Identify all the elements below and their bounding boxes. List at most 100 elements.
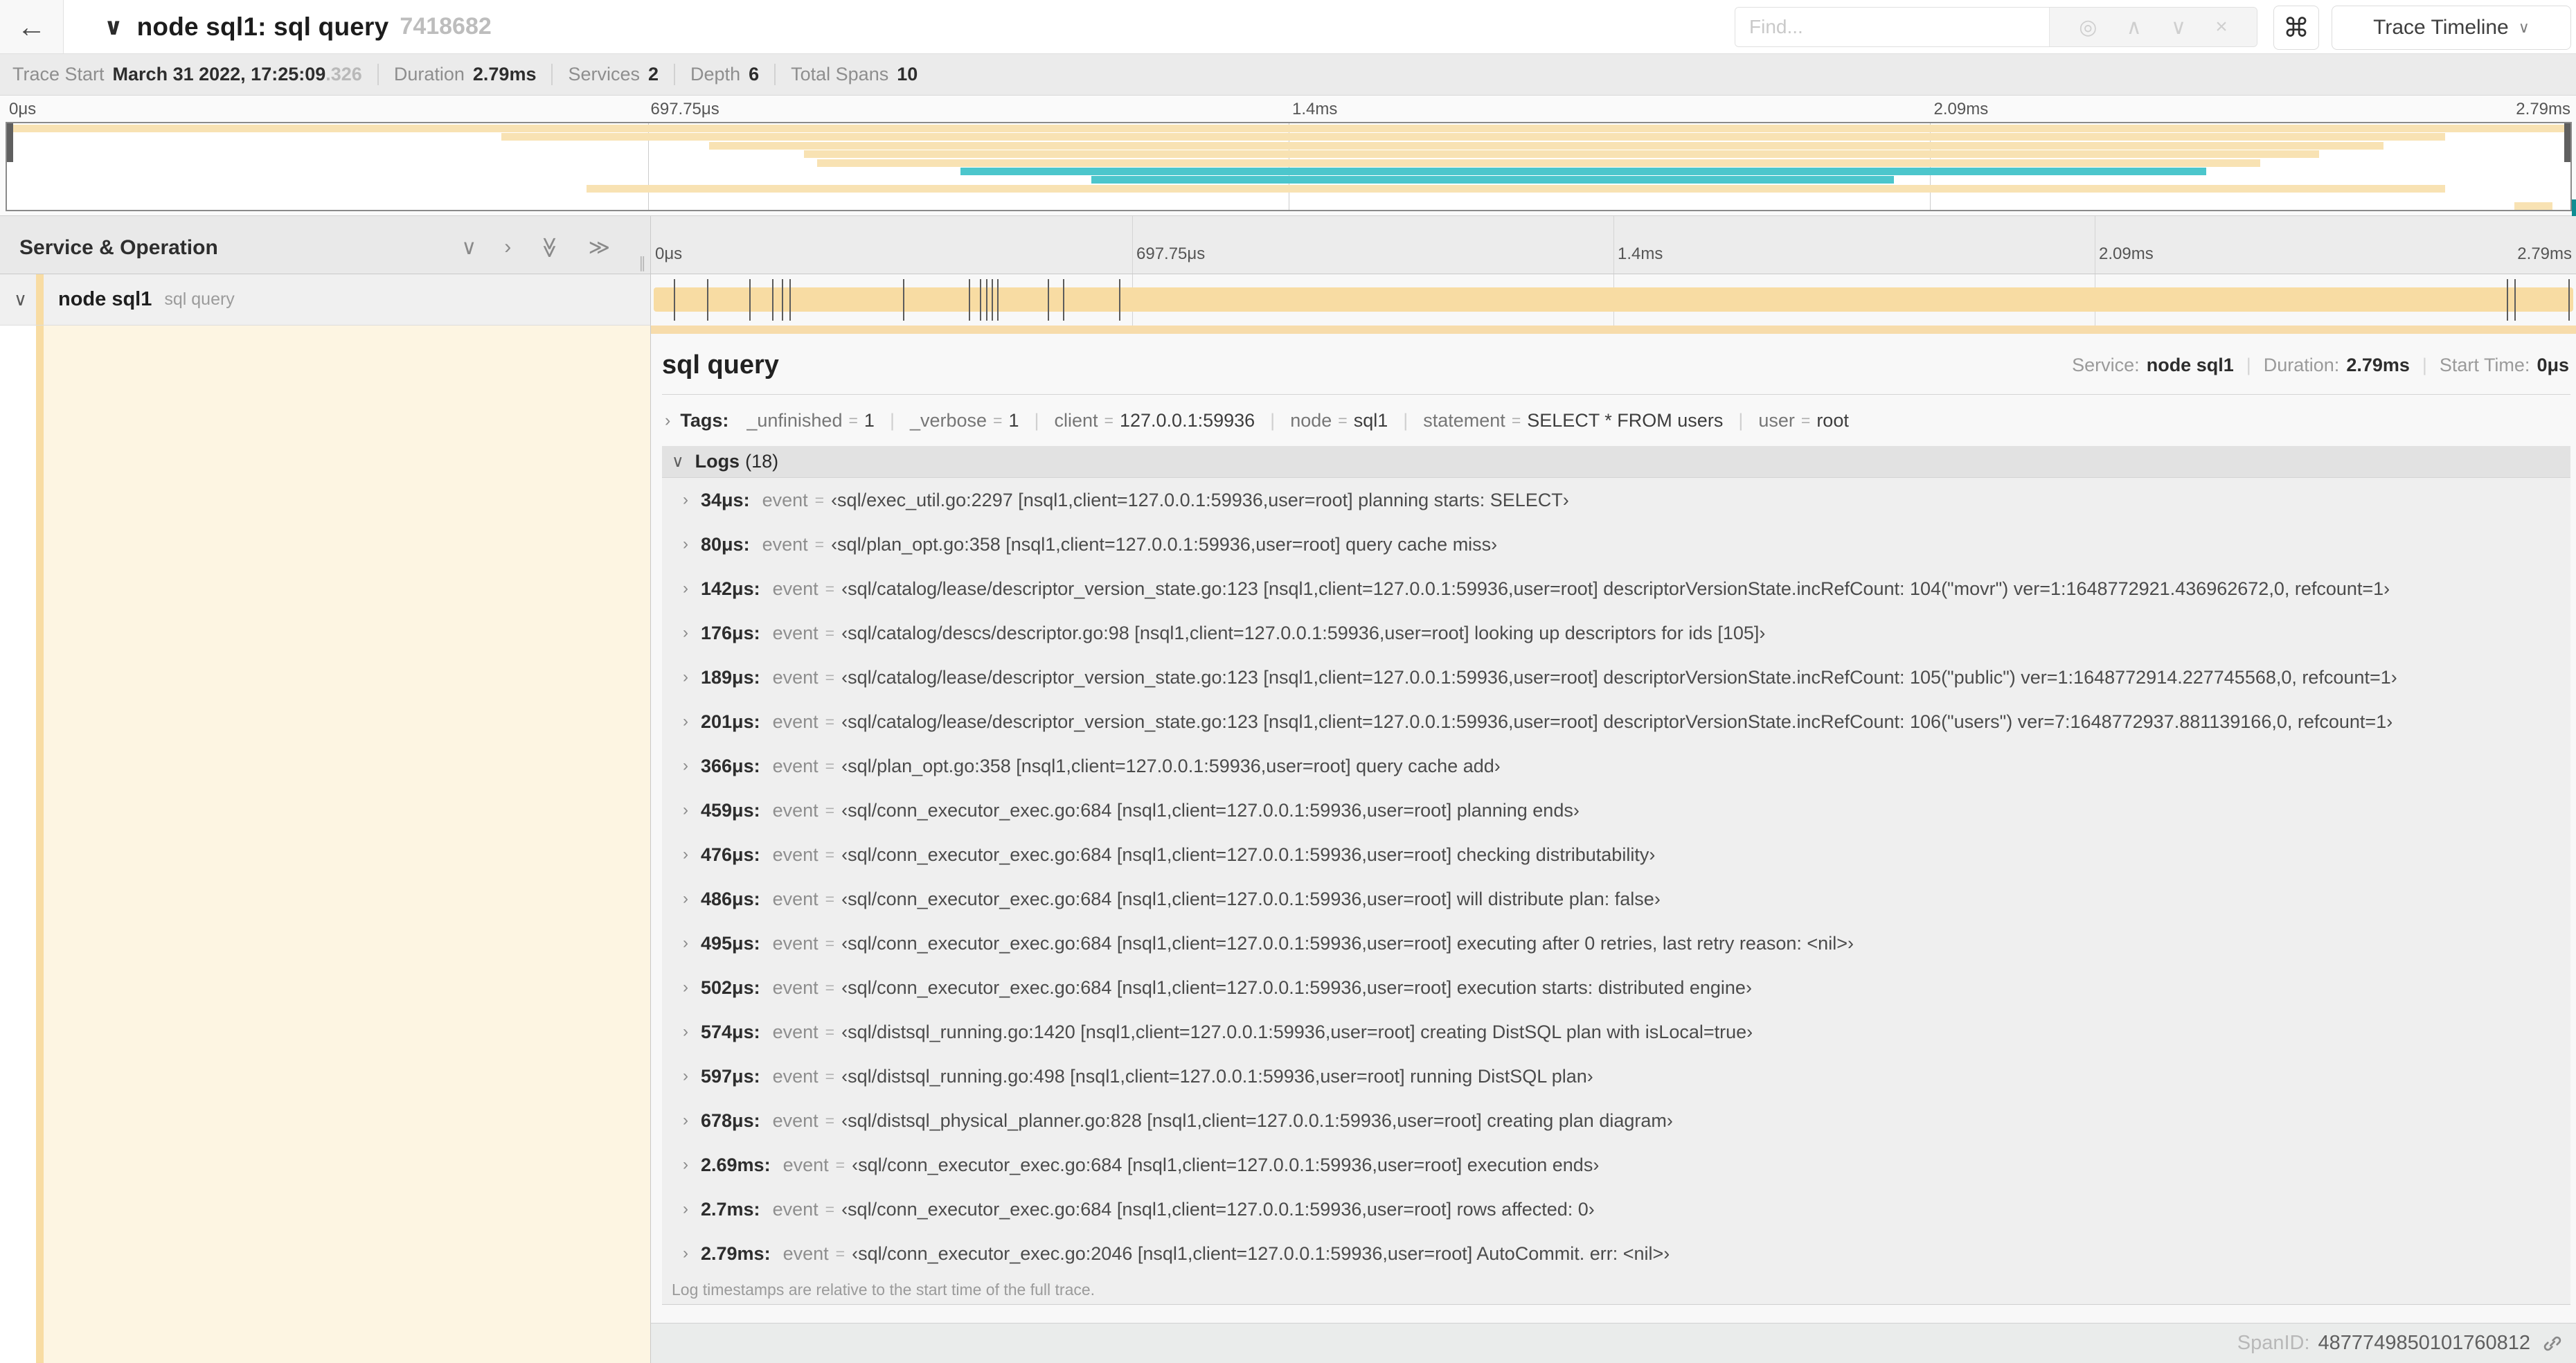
log-field-key: event bbox=[762, 533, 808, 555]
chevron-right-icon: › bbox=[665, 410, 671, 430]
log-marker-tick bbox=[706, 279, 708, 321]
find-controls: ◎ ∧ ∨ × bbox=[2049, 8, 2257, 46]
span-detail-section: sql query Service: node sql1 | Duration: 2.7… bbox=[0, 326, 2576, 1363]
tag-equals: = bbox=[1104, 411, 1113, 429]
log-marker-tick bbox=[772, 279, 774, 321]
link-icon[interactable] bbox=[2541, 1333, 2564, 1355]
chevron-right-icon: › bbox=[683, 756, 688, 775]
expand-all-icon[interactable]: ≫ bbox=[589, 235, 610, 260]
titlebar: ← ∨ node sql1: sql query 7418682 ◎ ∧ ∨ ×… bbox=[0, 0, 2576, 54]
log-equals: = bbox=[814, 535, 825, 553]
tags-row[interactable]: › Tags: _unfinished = 1 | _verbose = 1 | client =… bbox=[662, 400, 2570, 440]
detail-panel: sql query Service: node sql1 | Duration: 2.7… bbox=[651, 326, 2576, 1363]
log-field-key: event bbox=[772, 1021, 819, 1042]
summary-value-suffix: .326 bbox=[325, 64, 362, 84]
log-row[interactable]: › 574μs: event = ‹sql/distsql_running.go:142… bbox=[662, 1010, 2570, 1054]
log-field-value: ‹sql/exec_util.go:2297 [nsql1,client=127… bbox=[831, 489, 1569, 510]
log-row[interactable]: › 459μs: event = ‹sql/conn_executor_exec.go:… bbox=[662, 788, 2570, 832]
span-duration-bar[interactable] bbox=[654, 287, 2573, 312]
row-collapse-controls: ∨ › ≫ ≫ bbox=[461, 235, 610, 260]
log-row[interactable]: › 486μs: event = ‹sql/conn_executor_exec.go:… bbox=[662, 877, 2570, 921]
log-row[interactable]: › 176μs: event = ‹sql/catalog/descs/descript… bbox=[662, 611, 2570, 655]
log-timestamp: 2.69ms: bbox=[701, 1154, 771, 1175]
log-field-key: event bbox=[772, 578, 819, 599]
clear-search-icon[interactable]: × bbox=[2215, 15, 2228, 39]
tag-separator: | bbox=[1403, 409, 1408, 431]
log-row[interactable]: › 597μs: event = ‹sql/distsql_running.go:498… bbox=[662, 1054, 2570, 1098]
log-field-value: ‹sql/plan_opt.go:358 [nsql1,client=127.0… bbox=[831, 533, 1498, 555]
log-row[interactable]: › 142μs: event = ‹sql/catalog/lease/descript… bbox=[662, 567, 2570, 611]
overview-label: Start Time: bbox=[2439, 355, 2530, 375]
log-timestamp: 486μs: bbox=[701, 888, 760, 909]
timeline-gridline bbox=[1613, 216, 1614, 274]
log-field-value: ‹sql/conn_executor_exec.go:684 [nsql1,cl… bbox=[852, 1154, 1600, 1175]
log-row[interactable]: › 2.69ms: event = ‹sql/conn_executor_exec.go… bbox=[662, 1143, 2570, 1187]
log-field-value: ‹sql/distsql_running.go:1420 [nsql1,clie… bbox=[841, 1021, 1753, 1042]
collapse-trace-chevron-icon[interactable]: ∨ bbox=[104, 13, 123, 41]
minimap-axis-labels: 0μs 697.75μs 1.4ms 2.09ms 2.79ms bbox=[6, 98, 2572, 122]
locate-icon[interactable]: ◎ bbox=[2079, 15, 2097, 39]
log-row[interactable]: › 495μs: event = ‹sql/conn_executor_exec.go:… bbox=[662, 921, 2570, 965]
log-field-key: event bbox=[772, 977, 819, 998]
trace-view-selector[interactable]: Trace Timeline ∨ bbox=[2332, 6, 2571, 50]
span-name-cell[interactable]: ∨ node sql1 sql query bbox=[0, 274, 651, 326]
tag-separator: | bbox=[1738, 409, 1744, 431]
log-row[interactable]: › 80μs: event = ‹sql/plan_opt.go:358 [nsql1,… bbox=[662, 522, 2570, 567]
keyboard-shortcuts-button[interactable]: ⌘ bbox=[2273, 6, 2319, 50]
log-field-key: event bbox=[772, 666, 819, 688]
service-operation-title: Service & Operation bbox=[19, 236, 218, 259]
log-row[interactable]: › 2.79ms: event = ‹sql/conn_executor_exec.go… bbox=[662, 1231, 2570, 1276]
chevron-right-icon: › bbox=[683, 1067, 688, 1085]
prev-result-icon[interactable]: ∧ bbox=[2127, 15, 2142, 39]
minimap-right-drag-handle[interactable] bbox=[2564, 123, 2570, 162]
overview-value: node sql1 bbox=[2146, 355, 2234, 375]
span-bar-cell[interactable] bbox=[651, 274, 2576, 326]
minimap-span-bar bbox=[7, 125, 2570, 132]
log-field-key: event bbox=[772, 844, 819, 865]
overview-value: 0μs bbox=[2537, 355, 2569, 375]
tag-item: _unfinished = 1 bbox=[746, 410, 875, 431]
log-row[interactable]: › 502μs: event = ‹sql/conn_executor_exec.go:… bbox=[662, 965, 2570, 1010]
log-row[interactable]: › 189μs: event = ‹sql/catalog/lease/descript… bbox=[662, 655, 2570, 700]
column-resizer[interactable]: ∥ bbox=[638, 254, 646, 272]
minimap-canvas[interactable] bbox=[6, 122, 2572, 211]
log-equals: = bbox=[835, 1244, 846, 1263]
logs-section: ∨ Logs (18) › 34μs: event = ‹sql/exec_util.g… bbox=[662, 446, 2570, 1305]
find-input[interactable] bbox=[1735, 8, 2049, 46]
tag-separator: | bbox=[889, 409, 895, 431]
span-collapse-chevron-icon[interactable]: ∨ bbox=[14, 289, 27, 310]
log-field-value: ‹sql/catalog/descs/descriptor.go:98 [nsq… bbox=[841, 622, 1766, 643]
expand-one-icon[interactable]: › bbox=[504, 235, 511, 260]
minimap-span-bar bbox=[1091, 176, 1894, 184]
tag-item: node = sql1 bbox=[1290, 410, 1388, 431]
tag-equals: = bbox=[848, 411, 858, 429]
minimap-span-bar bbox=[2514, 202, 2553, 210]
log-row[interactable]: › 678μs: event = ‹sql/distsql_physical_plann… bbox=[662, 1098, 2570, 1143]
summary-item: Duration 2.79ms bbox=[377, 64, 536, 85]
minimap-left-drag-handle[interactable] bbox=[7, 123, 13, 162]
collapse-one-icon[interactable]: ∨ bbox=[461, 235, 476, 260]
log-field-key: event bbox=[772, 711, 819, 732]
log-row[interactable]: › 2.7ms: event = ‹sql/conn_executor_exec.go:… bbox=[662, 1187, 2570, 1231]
log-marker-tick bbox=[782, 279, 784, 321]
next-result-icon[interactable]: ∨ bbox=[2171, 15, 2186, 39]
log-equals: = bbox=[825, 845, 835, 864]
log-row[interactable]: › 476μs: event = ‹sql/conn_executor_exec.go:… bbox=[662, 832, 2570, 877]
log-marker-tick bbox=[674, 279, 676, 321]
log-row[interactable]: › 366μs: event = ‹sql/plan_opt.go:358 [nsql1… bbox=[662, 744, 2570, 788]
log-marker-tick bbox=[2506, 279, 2508, 321]
minimap-span-bar bbox=[804, 150, 2320, 158]
log-field-value: ‹sql/catalog/lease/descriptor_version_st… bbox=[841, 711, 2393, 732]
log-marker-tick bbox=[2514, 279, 2516, 321]
collapse-all-icon[interactable]: ≫ bbox=[537, 237, 562, 258]
log-row[interactable]: › 34μs: event = ‹sql/exec_util.go:2297 [nsql… bbox=[662, 478, 2570, 522]
chevron-down-icon: ∨ bbox=[672, 452, 684, 471]
tag-separator: | bbox=[1270, 409, 1276, 431]
logs-header[interactable]: ∨ Logs (18) bbox=[662, 446, 2570, 478]
log-row[interactable]: › 201μs: event = ‹sql/catalog/lease/descript… bbox=[662, 700, 2570, 744]
log-timestamp: 80μs: bbox=[701, 533, 750, 555]
back-button[interactable]: ← bbox=[0, 0, 64, 53]
chevron-right-icon: › bbox=[683, 801, 688, 819]
minimap-axis-tick: 2.79ms bbox=[2516, 100, 2570, 118]
tag-key: node bbox=[1290, 409, 1332, 431]
